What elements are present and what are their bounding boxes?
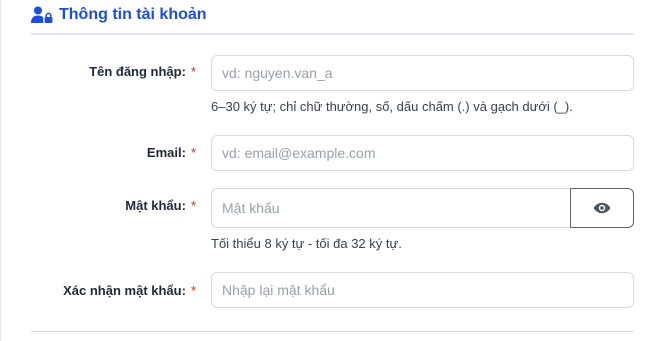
username-hint: 6–30 ký tự; chỉ chữ thường, số, dấu chấm…: [211, 99, 573, 114]
required-mark: *: [190, 283, 196, 298]
required-mark: *: [190, 145, 196, 160]
toggle-password-visibility-button[interactable]: [570, 188, 634, 228]
confirm-password-label: Xác nhận mật khẩu: *: [63, 283, 196, 298]
username-label-text: Tên đăng nhập:: [89, 64, 186, 79]
panel-left-border: [0, 0, 1, 341]
section-header: Thông tin tài khoản: [31, 5, 207, 25]
section-bottom-divider: [31, 331, 634, 332]
required-mark: *: [190, 198, 196, 213]
eye-icon: [593, 202, 611, 214]
section-divider: [31, 33, 634, 35]
required-mark: *: [190, 64, 196, 79]
email-label-text: Email:: [146, 145, 186, 160]
password-hint: Tối thiểu 8 ký tự - tối đa 32 ký tự.: [211, 236, 402, 251]
password-input[interactable]: [211, 188, 571, 228]
user-lock-icon: [31, 6, 53, 23]
username-input[interactable]: [211, 55, 634, 91]
email-input[interactable]: [211, 135, 634, 171]
section-title: Thông tin tài khoản: [59, 6, 207, 23]
confirm-password-label-text: Xác nhận mật khẩu:: [63, 283, 186, 298]
username-label: Tên đăng nhập: *: [89, 64, 196, 79]
password-label: Mật khẩu: *: [125, 198, 196, 213]
password-label-text: Mật khẩu:: [125, 198, 186, 213]
confirm-password-input[interactable]: [211, 272, 634, 308]
email-label: Email: *: [147, 145, 196, 160]
account-info-form: Thông tin tài khoản Tên đăng nhập: * 6–30…: [0, 0, 664, 341]
